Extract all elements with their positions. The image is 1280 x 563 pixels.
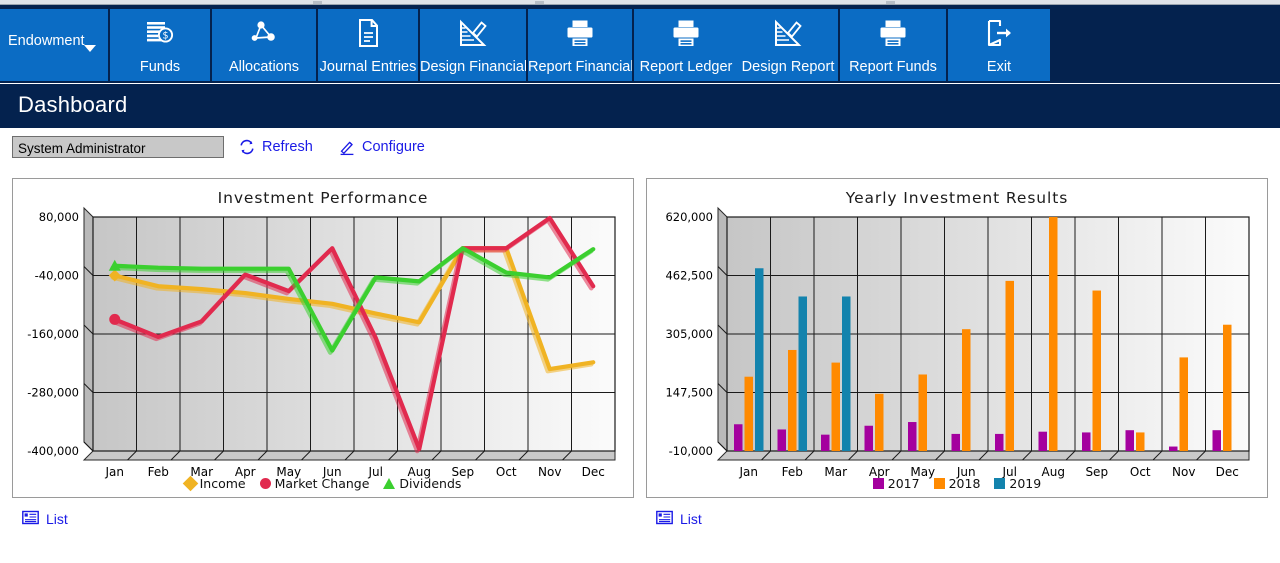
svg-text:-10,000: -10,000 [669, 444, 713, 458]
legend-label: Dividends [399, 476, 462, 491]
design-ruler-pencil-icon [738, 15, 838, 51]
svg-text:620,000: 620,000 [665, 210, 713, 224]
ribbon-button-label: Exit [986, 59, 1012, 75]
ribbon-button-funds[interactable]: $ Funds [110, 9, 210, 81]
list-icon [22, 510, 39, 528]
panel-yearly-investment-results: Yearly Investment Results 620,000 462,500… [646, 178, 1268, 498]
ribbon-button-design-financial[interactable]: Design Financial [420, 9, 526, 81]
ribbon-button-label: Report Funds [849, 59, 937, 75]
page-title: Dashboard [18, 92, 128, 117]
svg-text:-280,000: -280,000 [27, 386, 79, 400]
ribbon-button-label: Report Ledger [639, 59, 733, 75]
ribbon-button-allocations[interactable]: Allocations [212, 9, 316, 81]
svg-text:305,000: 305,000 [665, 327, 713, 341]
svg-text:147,500: 147,500 [665, 386, 713, 400]
svg-text:462,500: 462,500 [665, 269, 713, 283]
legend-item-2019: 2019 [994, 476, 1041, 491]
svg-text:80,000: 80,000 [39, 210, 79, 224]
svg-text:-160,000: -160,000 [27, 327, 79, 341]
pencil-icon [338, 138, 356, 156]
svg-text:-400,000: -400,000 [27, 444, 79, 458]
list-link-investment-performance[interactable]: List [22, 508, 68, 530]
refresh-icon [238, 138, 256, 156]
legend-swatch-diamond-icon [182, 475, 198, 492]
configure-label: Configure [362, 139, 425, 155]
legend-item-dividends: Dividends [383, 476, 461, 491]
legend-label: 2019 [1009, 476, 1042, 491]
list-link-label: List [680, 511, 702, 527]
configure-button[interactable]: Configure [338, 136, 425, 158]
svg-text:-40,000: -40,000 [35, 269, 79, 283]
ribbon-button-label: Report Financial [528, 59, 632, 75]
legend-item-income: Income [182, 475, 246, 492]
ribbon-button-design-report[interactable]: Design Report [738, 9, 838, 81]
refresh-button[interactable]: Refresh [238, 136, 313, 158]
ribbon-button-label: Design Report [741, 59, 835, 75]
page-title-bar: Dashboard [0, 83, 1280, 128]
legend-label: Market Change [274, 476, 370, 491]
legend-label: 2018 [948, 476, 981, 491]
legend-swatch-triangle-icon [383, 478, 396, 489]
legend-swatch-square-icon [872, 478, 884, 489]
allocations-network-icon [212, 15, 316, 51]
list-link-label: List [46, 511, 68, 527]
ribbon-toolbar: Endowment $ Funds Allocations Journal En… [0, 5, 1280, 83]
line-chart-legend: Income Market Change Dividends [13, 475, 633, 492]
legend-swatch-circle-icon [259, 478, 271, 489]
strip-nub [886, 1, 895, 4]
dashboard-window: Endowment $ Funds Allocations Journal En… [0, 0, 1280, 563]
exit-door-icon [948, 15, 1050, 51]
legend-item-2017: 2017 [872, 476, 920, 491]
bar-chart-canvas: 620,000462,500305,000147,500-10,000Jan Fe… [665, 206, 1250, 479]
printer-icon [840, 15, 946, 51]
ribbon-button-report-ledger[interactable]: Report Ledger [634, 9, 738, 81]
ribbon-button-endowment[interactable]: Endowment [0, 9, 108, 81]
chevron-down-icon [84, 45, 96, 52]
legend-swatch-square-icon [933, 478, 945, 489]
design-ruler-pencil-icon [420, 15, 526, 51]
strip-nub [313, 1, 322, 4]
legend-item-2018: 2018 [933, 476, 981, 491]
ribbon-button-label: Design Financial [420, 59, 526, 75]
ribbon-button-label: Journal Entries [319, 59, 417, 75]
refresh-label: Refresh [262, 139, 313, 155]
dashboard-body: Investment Performance 80,000 -40,000 -160… [0, 170, 1280, 563]
ribbon-button-exit[interactable]: Exit [948, 9, 1050, 81]
legend-swatch-square-icon [994, 478, 1006, 489]
strip-nub [535, 1, 544, 4]
legend-item-market-change: Market Change [259, 476, 370, 491]
ribbon-button-label: Funds [139, 59, 181, 75]
printer-icon [634, 15, 738, 51]
panel-investment-performance: Investment Performance 80,000 -40,000 -160… [12, 178, 634, 498]
ribbon-button-report-funds[interactable]: Report Funds [840, 9, 946, 81]
list-link-yearly-investment-results[interactable]: List [656, 508, 702, 530]
line-chart-canvas: 80,000-40,000-160,000-280,000-400,000Jan… [27, 206, 616, 479]
dashboard-action-bar: Refresh Configure [0, 128, 1280, 170]
svg-text:$: $ [162, 31, 168, 42]
list-icon [656, 510, 673, 528]
role-selector-input[interactable] [12, 136, 224, 158]
ribbon-button-report-financial[interactable]: Report Financial [528, 9, 632, 81]
printer-icon [528, 15, 632, 51]
ribbon-button-label: Allocations [228, 59, 300, 75]
funds-money-icon: $ [110, 15, 210, 51]
legend-label: 2017 [887, 476, 920, 491]
document-icon [318, 15, 418, 51]
bar-chart-legend: 2017 2018 2019 [647, 476, 1267, 491]
ribbon-button-journal-entries[interactable]: Journal Entries [318, 9, 418, 81]
legend-label: Income [199, 476, 246, 491]
